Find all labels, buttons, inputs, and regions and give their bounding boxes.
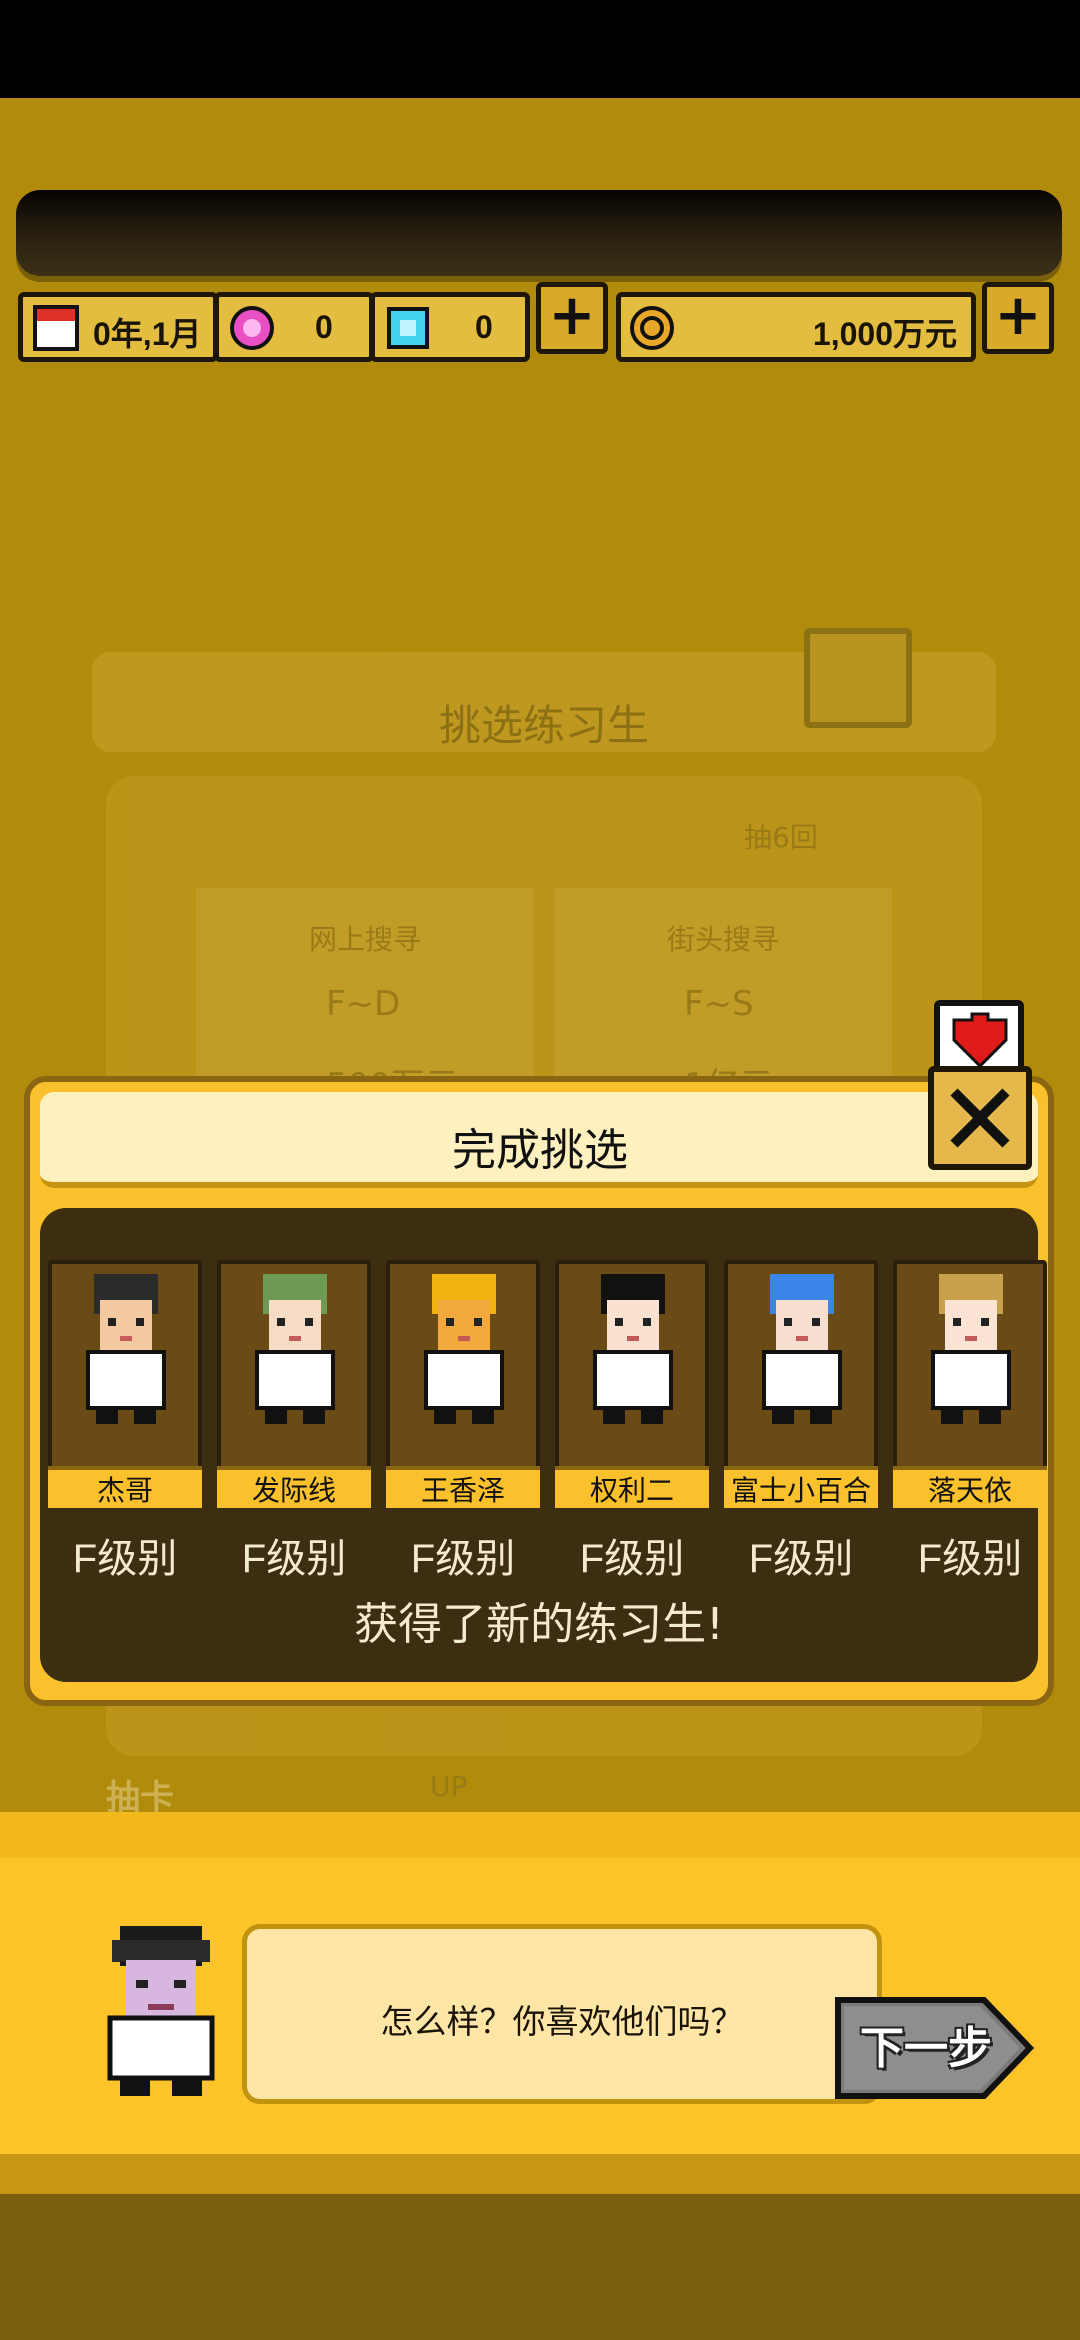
plus-icon: +: [548, 283, 596, 348]
blue-gem-icon: [387, 307, 429, 349]
manager-avatar: [107, 1926, 215, 2096]
floor: [0, 2194, 1080, 2340]
trainee-card[interactable]: [555, 1260, 709, 1470]
trainee-card[interactable]: [893, 1260, 1047, 1470]
bg-option-label: 网上搜寻: [308, 923, 421, 956]
trainee-portrait: [931, 1274, 1011, 1424]
speech-text: 怎么样？你喜欢他们吗？: [380, 2002, 744, 2041]
date-text: 0年,1月: [93, 316, 202, 352]
speech-bubble: 怎么样？你喜欢他们吗？: [242, 1924, 882, 2104]
trainee-results: 杰哥 F级别 发际线 F级别 王香泽 F级别 权利二 F级别 富士小百合 F级别 落天依 F级别 获得…: [40, 1208, 1047, 1682]
trainee-name: 杰哥: [48, 1466, 202, 1508]
trainee-card[interactable]: [724, 1260, 878, 1470]
pink-gem-display: 0: [214, 292, 374, 362]
close-button[interactable]: [928, 1066, 1032, 1170]
next-label: 下一步: [860, 2023, 992, 2074]
trainee-portrait: [424, 1274, 504, 1424]
pink-gem-count: 0: [315, 309, 333, 345]
trainee-grade: F级别: [917, 1537, 1023, 1581]
add-money-button[interactable]: +: [982, 282, 1054, 354]
pink-gem-icon: [230, 306, 274, 350]
dialogue-shadow: [0, 2154, 1080, 2194]
trainee-grade: F级别: [579, 1537, 685, 1581]
calendar-icon: [33, 305, 79, 351]
bg-close-icon: [804, 628, 912, 728]
trainee-portrait: [593, 1274, 673, 1424]
trainee-card[interactable]: [48, 1260, 202, 1470]
add-gems-button[interactable]: +: [536, 282, 608, 354]
money-display: 1,000万元: [616, 292, 976, 362]
trainee-grade: F级别: [241, 1537, 347, 1581]
trainee-card[interactable]: [217, 1260, 371, 1470]
trainee-name: 权利二: [555, 1466, 709, 1508]
coin-icon: [630, 306, 674, 350]
trainee-card[interactable]: [386, 1260, 540, 1470]
trainee-grade: F级别: [410, 1537, 516, 1581]
blue-gem-count: 0: [475, 309, 493, 345]
bg-up-badge: UP: [430, 1770, 468, 1803]
trainee-portrait: [255, 1274, 335, 1424]
close-icon: [950, 1088, 1010, 1148]
bg-option-grade: F~D: [326, 984, 401, 1024]
status-bar: [0, 0, 1080, 98]
heart-icon: [952, 1012, 1008, 1069]
trainee-name: 王香泽: [386, 1466, 540, 1508]
trainee-grade: F级别: [72, 1537, 178, 1581]
bg-option-label: 街头搜寻: [666, 923, 779, 956]
bg-option-grade: F~S: [684, 984, 754, 1024]
trainee-name: 发际线: [217, 1466, 371, 1508]
dialog-title: 完成挑选: [452, 1125, 628, 1176]
trainee-portrait: [762, 1274, 842, 1424]
blue-gem-display: 0: [370, 292, 530, 362]
trainee-name: 落天依: [893, 1466, 1047, 1508]
next-button[interactable]: 下一步: [834, 1994, 1034, 2102]
plus-icon: +: [994, 283, 1042, 348]
result-message: 获得了新的练习生!: [354, 1599, 724, 1650]
date-display: 0年,1月: [18, 292, 218, 362]
selection-complete-dialog: 完成挑选 杰哥 F级别 发际线 F级别 王香泽 F级别 权利二 F级别 富士小百合 F级别 落天依 F…: [24, 1076, 1054, 1706]
top-banner: [16, 190, 1062, 276]
trainee-grade: F级别: [748, 1537, 854, 1581]
trainee-portrait: [86, 1274, 166, 1424]
bg-draw-count: 抽6回: [744, 821, 818, 854]
trainee-name: 富士小百合: [724, 1466, 878, 1508]
bottom-band: [0, 1812, 1080, 1858]
money-text: 1,000万元: [812, 316, 957, 352]
dialog-header: 完成挑选: [40, 1092, 1038, 1188]
